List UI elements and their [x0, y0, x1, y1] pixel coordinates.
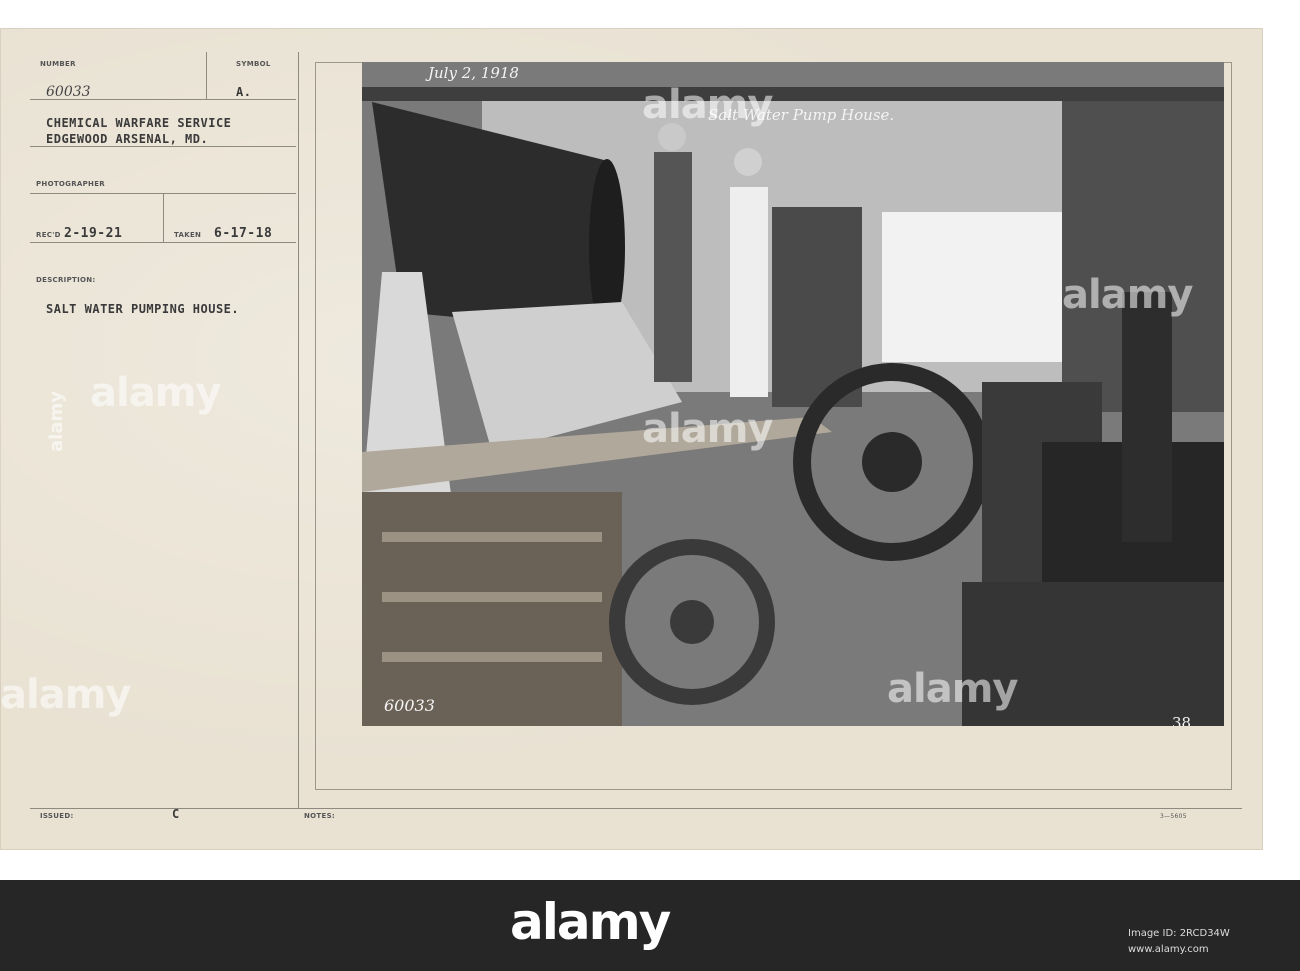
watermark-side: alamy [46, 391, 67, 452]
form-code: 3—5605 [1160, 813, 1187, 820]
photo-plate-number: 38. [1172, 714, 1196, 726]
recd-value: 2-19-21 [64, 226, 123, 241]
number-symbol-divider [206, 52, 207, 99]
notes-label: NOTES: [304, 812, 336, 820]
image-id: Image ID: 2RCD34W [1128, 928, 1230, 939]
watermark-photo-2: alamy [642, 406, 773, 452]
site-url: www.alamy.com [1128, 944, 1209, 955]
bottom-rule [30, 808, 1242, 809]
description-label: DESCRIPTION: [36, 276, 96, 284]
photographer-label: PHOTOGRAPHER [36, 180, 105, 188]
watermark-photo-1: alamy [642, 82, 773, 128]
recd-label: REC'D [36, 231, 61, 239]
description-value: SALT WATER PUMPING HOUSE. [46, 302, 240, 316]
recd-rule [30, 242, 296, 243]
watermark-left-1: alamy [90, 370, 221, 416]
org-rule [30, 146, 296, 147]
org-line-1: CHEMICAL WARFARE SERVICE [46, 116, 232, 130]
watermark-photo-3: alamy [1062, 272, 1193, 318]
number-label: NUMBER [40, 60, 76, 68]
symbol-label: SYMBOL [236, 60, 271, 68]
photo-date-caption: July 2, 1918 [428, 64, 519, 82]
watermark-left-2: alamy [0, 672, 131, 718]
number-value: 60033 [46, 84, 91, 100]
recd-taken-divider [163, 193, 164, 242]
photo-negative-number: 60033 [384, 696, 435, 715]
column-divider [298, 52, 299, 808]
issued-label: ISSUED: [40, 812, 74, 820]
taken-value: 6-17-18 [214, 226, 273, 241]
symbol-value: A. [236, 85, 252, 99]
watermark-photo-4: alamy [887, 666, 1018, 712]
photo-illustration [362, 62, 1224, 726]
issued-value: C [172, 807, 180, 821]
alamy-logo: alamy [510, 893, 671, 951]
taken-label: TAKEN [174, 231, 202, 239]
pump-house-photo: July 2, 1918 Salt Water Pump House. 6003… [362, 62, 1224, 726]
org-line-2: EDGEWOOD ARSENAL, MD. [46, 132, 209, 146]
